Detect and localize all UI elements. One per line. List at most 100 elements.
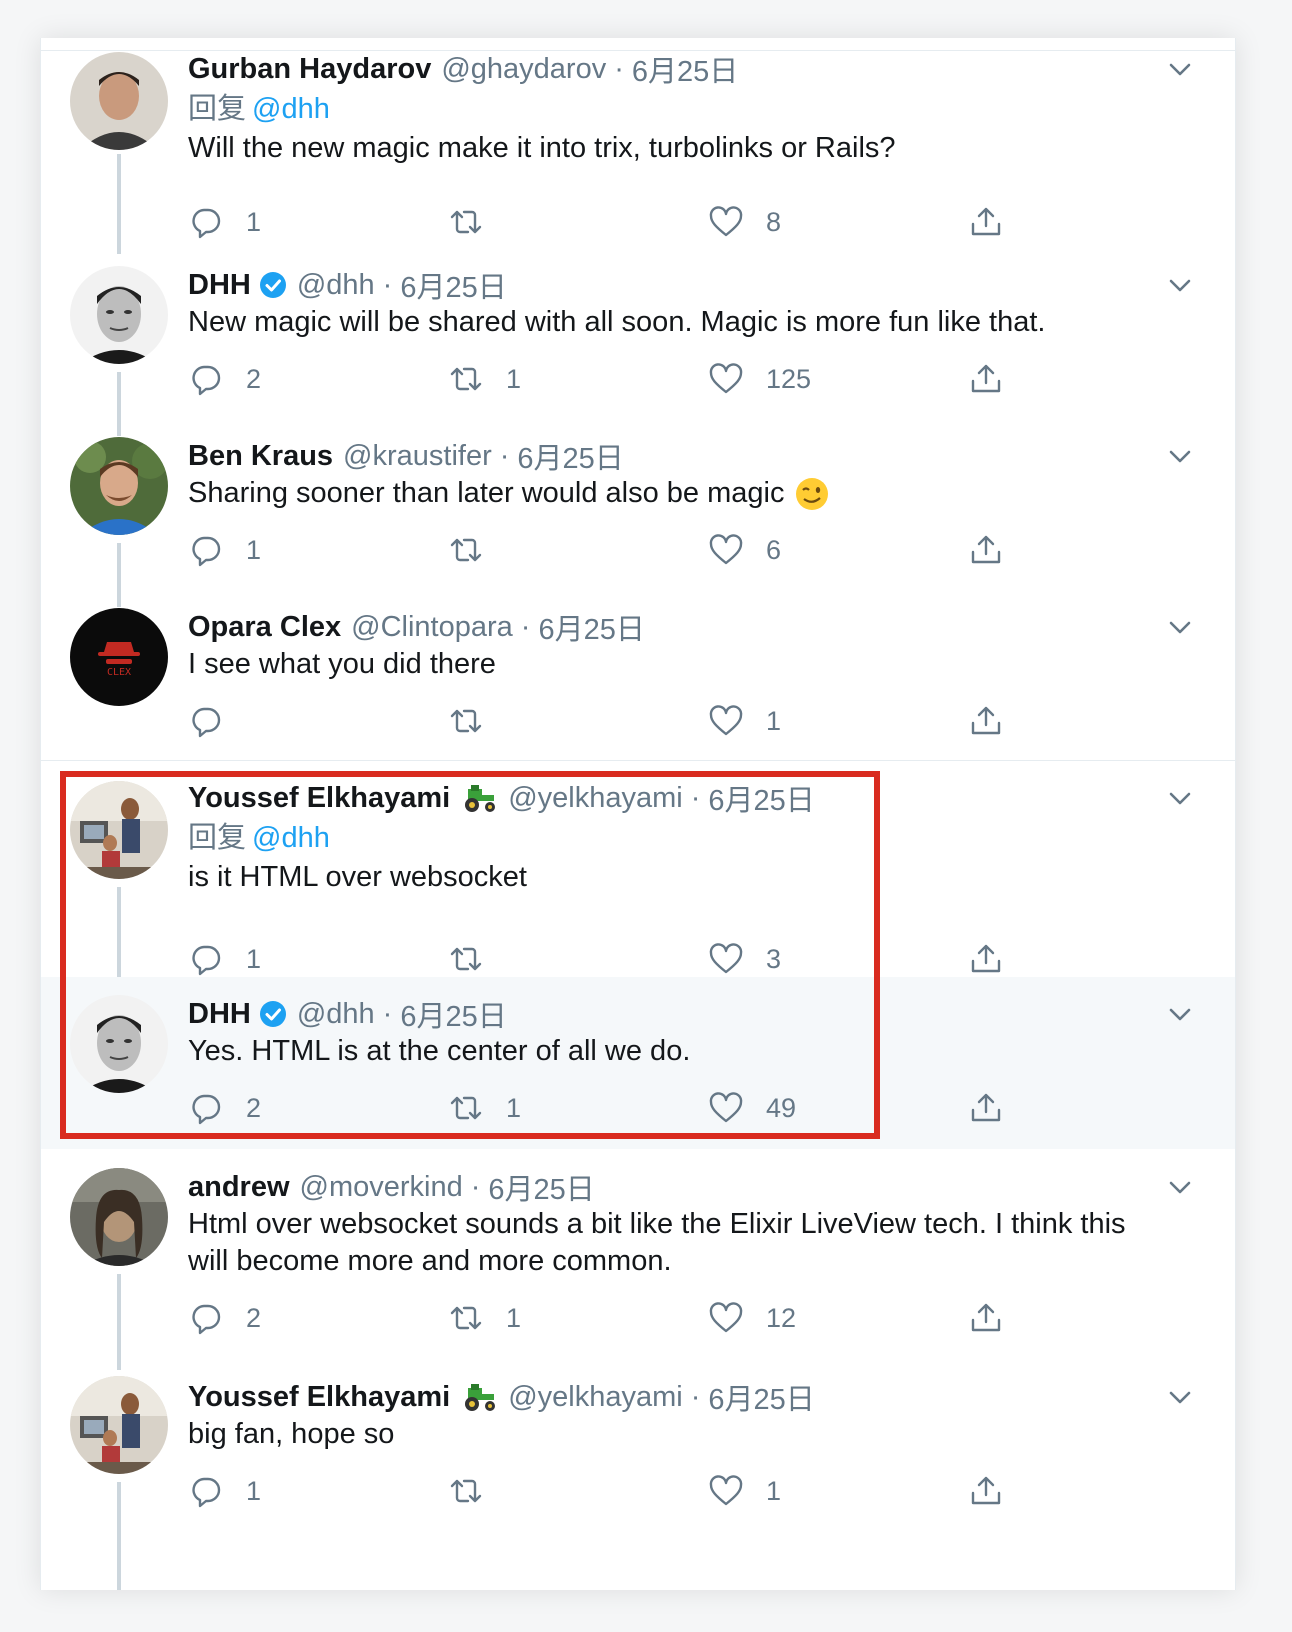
reply-button[interactable]: 1 [188,530,261,570]
avatar[interactable] [70,437,168,535]
reply-button[interactable]: 1 [188,202,261,242]
share-button[interactable] [968,939,1004,979]
tweet-ben-kraus[interactable]: Ben Kraus @kraustifer · 6月25日 Sharing so… [41,425,1235,607]
user-name[interactable]: andrew [188,1171,290,1204]
retweet-button[interactable] [448,202,506,242]
share-button[interactable] [968,701,1004,741]
tweet-actions: 1 1 [188,1471,1008,1511]
user-name[interactable]: Ben Kraus [188,440,333,473]
reply-button[interactable]: 1 [188,1471,261,1511]
chevron-down-icon[interactable] [1165,270,1195,300]
retweet-icon [450,1479,482,1503]
chevron-down-icon[interactable] [1165,783,1195,813]
like-button[interactable]: 8 [708,202,781,242]
tweet-dhh-1[interactable]: DHH @dhh · 6月25日 New magic will be share… [41,254,1235,436]
chevron-down-icon[interactable] [1165,54,1195,84]
reply-button[interactable]: 1 [188,939,261,979]
tweet-date[interactable]: 6月25日 [708,1376,814,1418]
tweet-dhh-2[interactable]: DHH @dhh · 6月25日 Yes. HTML is at the cen… [41,977,1235,1149]
tweet-gurban[interactable]: Gurban Haydarov @ghaydarov · 6月25日 回复 @dh… [41,38,1235,254]
user-handle[interactable]: @yelkhayami [508,782,683,815]
reply-count: 1 [246,534,262,565]
reply-button[interactable] [188,701,246,741]
tweet-actions: 2 1 49 [188,1088,1008,1128]
tweet-date[interactable]: 6月25日 [488,1166,594,1208]
tweet-opara-clex[interactable]: CLEX Opara Clex @Clintopara · 6月25日 I se… [41,596,1235,759]
avatar[interactable] [70,1168,168,1266]
avatar[interactable] [70,1376,168,1474]
tweet-date[interactable]: 6月25日 [400,264,506,306]
tweet-date[interactable]: 6月25日 [632,48,738,90]
like-button[interactable]: 125 [708,359,811,399]
like-button[interactable]: 1 [708,701,781,741]
user-name[interactable]: Youssef Elkhayami [188,1381,450,1414]
chevron-down-icon[interactable] [1165,1382,1195,1412]
user-handle[interactable]: @Clintopara [351,611,513,644]
retweet-button[interactable] [448,530,506,570]
user-handle[interactable]: @yelkhayami [508,1381,683,1414]
user-handle[interactable]: @kraustifer [343,440,492,473]
mention-link[interactable]: @dhh [252,93,330,125]
retweet-button[interactable]: 1 [448,359,521,399]
tweet-date[interactable]: 6月25日 [517,435,623,477]
avatar[interactable] [70,781,168,879]
user-name[interactable]: Gurban Haydarov [188,53,431,86]
share-button[interactable] [968,359,1004,399]
user-handle[interactable]: @dhh [297,269,375,302]
share-button[interactable] [968,202,1004,242]
user-name[interactable]: Opara Clex [188,611,341,644]
like-button[interactable]: 12 [708,1298,796,1338]
avatar[interactable] [70,995,168,1093]
user-handle[interactable]: @ghaydarov [441,53,606,86]
tweet-text: Sharing sooner than later would also be … [188,477,785,509]
retweet-count: 1 [506,1092,522,1123]
heart-icon [709,1092,743,1123]
tweet-youssef-1[interactable]: Youssef Elkhayami @yelkhayami · 6月25日 回复… [41,760,1235,983]
retweet-button[interactable]: 1 [448,1088,521,1128]
like-button[interactable]: 6 [708,530,781,570]
reply-icon [192,1094,221,1125]
user-name[interactable]: Youssef Elkhayami [188,782,450,815]
retweet-icon [450,1306,482,1330]
tweet-youssef-2[interactable]: Youssef Elkhayami @yelkhayami · 6月25日 bi… [41,1362,1235,1590]
reply-button[interactable]: 2 [188,359,261,399]
share-button[interactable] [968,1088,1004,1128]
like-count: 3 [766,943,782,974]
chevron-down-icon[interactable] [1165,999,1195,1029]
retweet-button[interactable] [448,939,506,979]
user-name[interactable]: DHH [188,269,251,302]
user-handle[interactable]: @moverkind [300,1171,463,1204]
tweet-date[interactable]: 6月25日 [400,993,506,1035]
retweet-icon [450,947,482,971]
retweet-button[interactable] [448,1471,506,1511]
retweet-button[interactable]: 1 [448,1298,521,1338]
like-button[interactable]: 49 [708,1088,796,1128]
user-handle[interactable]: @dhh [297,998,375,1031]
avatar[interactable] [70,52,168,150]
tweet-text: big fan, hope so [188,1418,395,1450]
mention-link[interactable]: @dhh [252,822,330,854]
tweet-text-row: Sharing sooner than later would also be … [188,475,1195,512]
avatar[interactable]: CLEX [70,608,168,706]
reply-count: 1 [246,943,262,974]
reply-button[interactable]: 2 [188,1088,261,1128]
share-button[interactable] [968,1298,1004,1338]
retweet-button[interactable] [448,701,506,741]
like-button[interactable]: 3 [708,939,781,979]
tweet-thread-card: Gurban Haydarov @ghaydarov · 6月25日 回复 @dh… [40,38,1236,1590]
share-icon [971,1303,1001,1332]
reply-button[interactable]: 2 [188,1298,261,1338]
like-button[interactable]: 1 [708,1471,781,1511]
chevron-down-icon[interactable] [1165,612,1195,642]
share-button[interactable] [968,1471,1004,1511]
tweet-date[interactable]: 6月25日 [538,606,644,648]
share-button[interactable] [968,530,1004,570]
avatar[interactable] [70,266,168,364]
tractor-emoji-icon [465,785,496,812]
chevron-down-icon[interactable] [1165,441,1195,471]
user-name[interactable]: DHH [188,998,251,1031]
tweet-date[interactable]: 6月25日 [708,777,814,819]
tweet-andrew[interactable]: andrew @moverkind · 6月25日 Html over webs… [41,1150,1235,1370]
chevron-down-icon[interactable] [1165,1172,1195,1202]
reply-count: 2 [246,1302,262,1333]
